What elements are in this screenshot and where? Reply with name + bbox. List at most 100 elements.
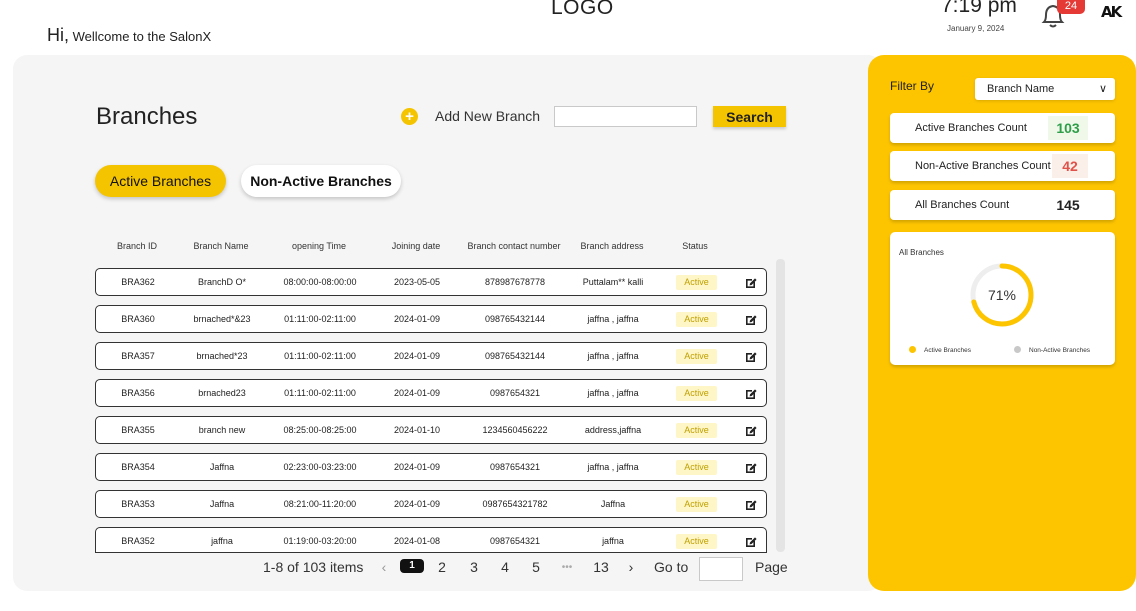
pagination-summary: 1-8 of 103 items (263, 559, 364, 575)
count-label: Non-Active Branches Count (915, 160, 1051, 172)
status-badge: Active (676, 275, 717, 290)
cell-id: BRA352 (121, 536, 155, 546)
column-header-contact: Branch contact number (467, 241, 561, 251)
cell-contact: 1234560456222 (482, 425, 548, 435)
cell-date: 2024-01-10 (393, 425, 441, 435)
cell-name: Jaffna (209, 462, 235, 472)
tab-non-active-branches[interactable]: Non-Active Branches (241, 165, 401, 197)
cell-id: BRA362 (121, 277, 155, 287)
page-3[interactable]: 3 (466, 559, 482, 575)
cell-time: 08:25:00-08:25:00 (283, 425, 357, 435)
page-1[interactable]: 1 (400, 559, 424, 573)
column-header-status: Status (682, 241, 708, 251)
cell-contact: 0987654321 (489, 462, 541, 472)
page-4[interactable]: 4 (497, 559, 513, 575)
cell-time: 01:19:00-03:20:00 (283, 536, 357, 546)
table-row[interactable]: BRA360 brnached*&23 01:11:00-02:11:00 2024-… (95, 305, 767, 333)
page-label: Page (755, 559, 788, 575)
column-header-branch-name: Branch Name (193, 241, 249, 251)
page-5[interactable]: 5 (528, 559, 544, 575)
legend-dot-active (909, 346, 916, 353)
filter-select-value: Branch Name (987, 83, 1055, 95)
cell-contact: 878987678778 (484, 277, 546, 287)
clock-time: 7:19 pm (941, 0, 1017, 17)
status-badge: Active (676, 534, 717, 549)
cell-id: BRA353 (121, 499, 155, 509)
cell-name: BranchD O* (197, 277, 247, 287)
page-2[interactable]: 2 (434, 559, 450, 575)
legend-non-active: Non-Active Branches (1014, 346, 1090, 354)
cell-contact: 098765432144 (484, 314, 546, 324)
cell-time: 01:11:00-02:11:00 (284, 351, 356, 361)
status-badge: Active (676, 460, 717, 475)
cell-name: brnached*&23 (193, 314, 251, 324)
donut-percent: 71% (988, 287, 1016, 303)
edit-icon[interactable] (744, 313, 758, 327)
cell-date: 2024-01-09 (393, 351, 441, 361)
tab-active-branches[interactable]: Active Branches (95, 165, 226, 197)
greeting: Hi, Wellcome to the SalonX (47, 25, 212, 45)
cell-time: 01:11:00-02:11:00 (284, 388, 356, 398)
table-row[interactable]: BRA356 brnached23 01:11:00-02:11:00 2024-01… (95, 379, 767, 407)
cell-id: BRA356 (121, 388, 155, 398)
goto-page-input[interactable] (699, 557, 743, 581)
cell-name: Jaffna (209, 499, 235, 509)
edit-icon[interactable] (744, 387, 758, 401)
cell-address: jaffna (602, 536, 624, 546)
all-branches-count-card: All Branches Count 145 (890, 190, 1115, 220)
edit-icon[interactable] (744, 461, 758, 475)
edit-icon[interactable] (744, 498, 758, 512)
status-badge: Active (676, 349, 717, 364)
table-row[interactable]: BRA355 branch new 08:25:00-08:25:00 2024-01… (95, 416, 767, 444)
chevron-down-icon: ∨ (1098, 83, 1107, 95)
search-button[interactable]: Search (713, 106, 786, 127)
count-label: Active Branches Count (915, 122, 1027, 134)
plus-circle-icon[interactable]: + (401, 108, 418, 125)
pagination-ellipsis[interactable]: ••• (556, 562, 578, 573)
count-value: 145 (1048, 193, 1088, 217)
search-input[interactable] (554, 106, 697, 127)
edit-icon[interactable] (744, 350, 758, 364)
cell-date: 2023-05-05 (393, 277, 441, 287)
cell-id: BRA360 (121, 314, 155, 324)
cell-date: 2024-01-09 (393, 499, 441, 509)
cell-address: jaffna , jaffna (587, 462, 639, 472)
count-value: 103 (1048, 116, 1088, 140)
legend-active: Active Branches (909, 346, 971, 354)
filter-select[interactable]: Branch Name ∨ (975, 78, 1115, 100)
table-row[interactable]: BRA352 jaffna 01:19:00-03:20:00 2024-01-08 0… (95, 527, 767, 553)
status-badge: Active (676, 312, 717, 327)
status-badge: Active (676, 497, 717, 512)
cell-date: 2024-01-09 (393, 388, 441, 398)
cell-address: jaffna , jaffna (587, 388, 639, 398)
notification-badge[interactable]: 24 (1057, 0, 1085, 14)
cell-address: Puttalam** kalli (582, 277, 644, 287)
table-row[interactable]: BRA362 BranchD O* 08:00:00-08:00:00 2023-05… (95, 268, 767, 296)
add-new-branch-button[interactable]: Add New Branch (435, 108, 540, 124)
legend-dot-non-active (1014, 346, 1021, 353)
pagination-prev[interactable]: ‹ (378, 559, 390, 575)
chart-title: All Branches (899, 248, 944, 257)
avatar[interactable]: AK (1101, 3, 1127, 25)
edit-icon[interactable] (744, 276, 758, 290)
edit-icon[interactable] (744, 535, 758, 549)
clock-date: January 9, 2024 (947, 24, 1005, 33)
cell-contact: 098765432144 (484, 351, 546, 361)
branches-donut-chart: 71% (970, 263, 1034, 327)
cell-time: 08:21:00-11:20:00 (283, 499, 357, 509)
cell-date: 2024-01-09 (393, 314, 441, 324)
column-header-opening-time: opening Time (291, 241, 347, 251)
column-header-address: Branch address (580, 241, 644, 251)
table-row[interactable]: BRA354 Jaffna 02:23:00-03:23:00 2024-01-09 0… (95, 453, 767, 481)
page-13[interactable]: 13 (590, 559, 612, 575)
cell-name: brnached*23 (196, 351, 248, 361)
table-row[interactable]: BRA353 Jaffna 08:21:00-11:20:00 2024-01-09 0… (95, 490, 767, 518)
cell-time: 08:00:00-08:00:00 (283, 277, 357, 287)
cell-address: address,jaffna (584, 425, 642, 435)
cell-contact: 0987654321 (489, 388, 541, 398)
pagination-next[interactable]: › (625, 559, 637, 575)
cell-id: BRA355 (121, 425, 155, 435)
edit-icon[interactable] (744, 424, 758, 438)
table-scrollbar[interactable] (776, 259, 785, 552)
table-row[interactable]: BRA357 brnached*23 01:11:00-02:11:00 2024-0… (95, 342, 767, 370)
